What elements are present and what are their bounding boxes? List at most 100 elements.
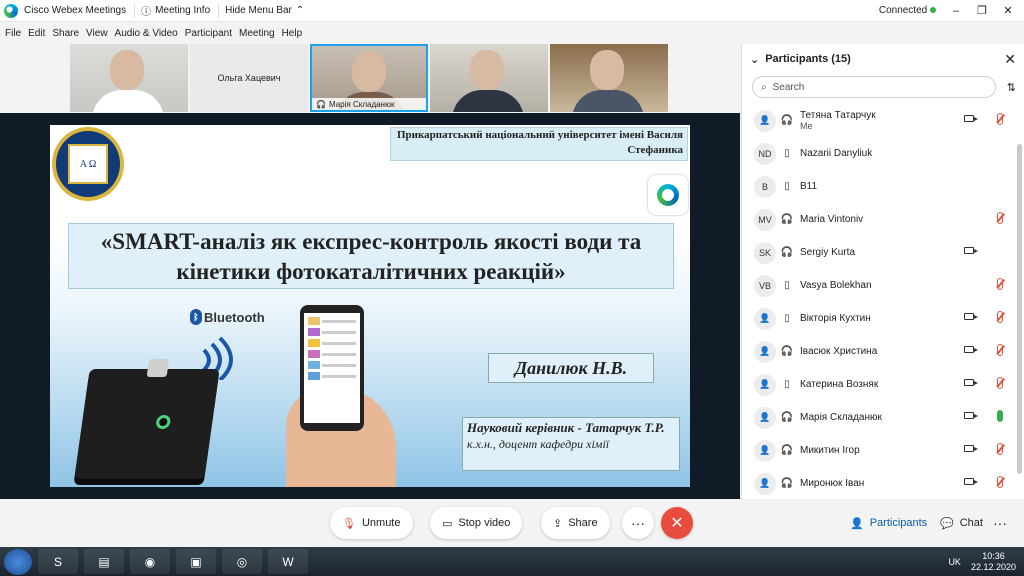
phone-row — [308, 328, 356, 336]
participant-row[interactable]: MV 🎧 Maria Vintoniv — [742, 203, 1024, 236]
minimize-button[interactable]: – — [950, 5, 962, 17]
mic-muted-icon[interactable] — [997, 311, 1003, 323]
video-thumbnail-active-speaker[interactable]: 🎧 Марія Складанюк — [310, 44, 428, 112]
restore-button[interactable]: ❐ — [976, 4, 988, 17]
mic-muted-icon[interactable] — [997, 476, 1003, 488]
panel-more-button[interactable]: ··· — [984, 507, 1016, 539]
participant-row[interactable]: 👤 🎧 Миронюк Іван — [742, 467, 1024, 500]
file-explorer-icon[interactable]: ▤ — [84, 549, 124, 574]
share-label: Share — [568, 517, 598, 529]
participant-row[interactable]: ND ▯ Nazarii Danyliuk — [742, 137, 1024, 170]
skype-icon[interactable]: S — [38, 549, 78, 574]
connection-status: Connected — [879, 5, 936, 16]
participant-search-input[interactable]: ⌕ Search — [752, 76, 996, 98]
participant-initials-avatar: VB — [754, 274, 776, 297]
participant-row[interactable]: 👤 🎧 Івасюк Христина — [742, 335, 1024, 368]
share-button[interactable]: ⇪ Share — [541, 507, 610, 539]
webex-logo-icon — [4, 3, 18, 18]
mic-muted-icon[interactable] — [997, 113, 1003, 125]
smartphone-illustration — [300, 305, 364, 431]
participant-list-scrollbar[interactable] — [1017, 144, 1022, 474]
headset-icon: 🎧 — [780, 346, 794, 357]
end-meeting-button[interactable]: ✕ — [661, 507, 693, 539]
floppy-save-icon[interactable]: ▣ — [176, 549, 216, 574]
stop-video-button[interactable]: ▭ Stop video — [430, 507, 523, 539]
participant-name: Івасюк Христина — [800, 346, 878, 357]
line — [322, 375, 356, 378]
video-thumbnail[interactable]: Ольга Хацевич — [190, 44, 308, 112]
thumbnail-name: Марія Складанюк — [328, 99, 395, 109]
more-options-button[interactable]: ··· — [622, 507, 654, 539]
mic-active-icon[interactable] — [997, 410, 1003, 422]
participant-name: Nazarii Danyliuk — [800, 148, 873, 159]
participant-face — [110, 50, 144, 90]
mic-muted-icon[interactable] — [997, 278, 1003, 290]
menu-participant[interactable]: Participant — [185, 28, 232, 39]
video-camera-icon — [964, 115, 978, 122]
info-icon: ⓘ — [141, 7, 152, 18]
participant-row[interactable]: 👤 ▯ Вікторія Кухтин — [742, 302, 1024, 335]
phone-row — [308, 339, 356, 347]
keyboard-language[interactable]: UK — [948, 557, 961, 567]
chrome-icon[interactable]: ◉ — [130, 549, 170, 574]
participant-face — [352, 52, 386, 92]
hide-menu-bar-button[interactable]: Hide Menu Bar ⌃ — [225, 4, 312, 18]
sort-icon[interactable]: ⇅ — [1007, 81, 1016, 94]
menu-file[interactable]: File — [5, 28, 21, 39]
participant-name-block: Марія Складанюк — [800, 412, 882, 423]
unmute-button[interactable]: 🎙 Unmute — [330, 507, 413, 539]
participant-name-block: Катерина Возняк — [800, 379, 878, 390]
menu-help[interactable]: Help — [282, 28, 303, 39]
menu-view[interactable]: View — [86, 28, 108, 39]
presentation-slide: Α Ω Прикарпатський національний універси… — [50, 125, 690, 487]
participant-avatar-icon: 👤 — [754, 406, 776, 429]
participant-row[interactable]: 👤 🎧 Тетяна Татарчук Me — [742, 104, 1024, 137]
swatch — [308, 350, 320, 358]
slide-title: «SMART-аналіз як експрес-контроль якості… — [68, 223, 674, 289]
start-button[interactable] — [4, 548, 32, 575]
close-window-button[interactable]: ✕ — [1002, 4, 1014, 17]
participant-name: B11 — [800, 181, 818, 192]
unmute-label: Unmute — [361, 517, 401, 529]
mic-muted-icon[interactable] — [997, 344, 1003, 356]
participant-name: Sergiy Kurta — [800, 247, 856, 258]
system-clock[interactable]: 10:36 22.12.2020 — [971, 551, 1016, 573]
participant-row[interactable]: VB ▯ Vasya Bolekhan — [742, 269, 1024, 302]
participant-name: Микитин Ігор — [800, 445, 860, 456]
participant-avatar-icon: 👤 — [754, 307, 776, 330]
mic-muted-icon[interactable] — [997, 443, 1003, 455]
video-thumbnail[interactable] — [70, 44, 188, 112]
bluetooth-icon: ᛒ — [190, 309, 202, 325]
video-thumbnail[interactable] — [550, 44, 668, 112]
phone-screen — [304, 313, 360, 423]
participant-row[interactable]: SK 🎧 Sergiy Kurta — [742, 236, 1024, 269]
university-seal-logo: Α Ω — [52, 127, 124, 201]
phone-row — [308, 372, 356, 380]
video-thumbnail[interactable] — [430, 44, 548, 112]
menu-audio-video[interactable]: Audio & Video — [115, 28, 178, 39]
participant-name: Марія Складанюк — [800, 412, 882, 423]
menu-meeting[interactable]: Meeting — [239, 28, 275, 39]
webex-taskbar-icon[interactable]: ◎ — [222, 549, 262, 574]
webex-share-icon[interactable] — [648, 175, 688, 215]
participant-row[interactable]: 👤 🎧 Микитин Ігор — [742, 434, 1024, 467]
participant-row[interactable]: 👤 ▯ Катерина Возняк — [742, 368, 1024, 401]
phone-icon: ▯ — [784, 379, 790, 390]
participant-face — [470, 50, 504, 90]
menu-share[interactable]: Share — [52, 28, 79, 39]
phone-row — [308, 317, 356, 325]
mic-muted-icon[interactable] — [997, 377, 1003, 389]
participants-panel-button[interactable]: 👤 Participants — [838, 507, 939, 539]
menu-edit[interactable]: Edit — [28, 28, 45, 39]
word-icon[interactable]: W — [268, 549, 308, 574]
close-panel-button[interactable]: ✕ — [1004, 51, 1016, 68]
participant-row[interactable]: B ▯ B11 — [742, 170, 1024, 203]
collapse-chevron-icon[interactable]: ⌄ — [750, 53, 759, 66]
participant-name-block: Sergiy Kurta — [800, 247, 855, 258]
headset-icon: 🎧 — [780, 445, 794, 456]
advisor-label: Науковий керівник - Татарчук Т.Р. — [467, 420, 665, 435]
participant-row[interactable]: 👤 🎧 Марія Складанюк — [742, 401, 1024, 434]
clock-time: 10:36 — [982, 550, 1005, 561]
mic-muted-icon[interactable] — [997, 212, 1003, 224]
meeting-info-button[interactable]: ⓘ Meeting Info — [141, 3, 220, 18]
